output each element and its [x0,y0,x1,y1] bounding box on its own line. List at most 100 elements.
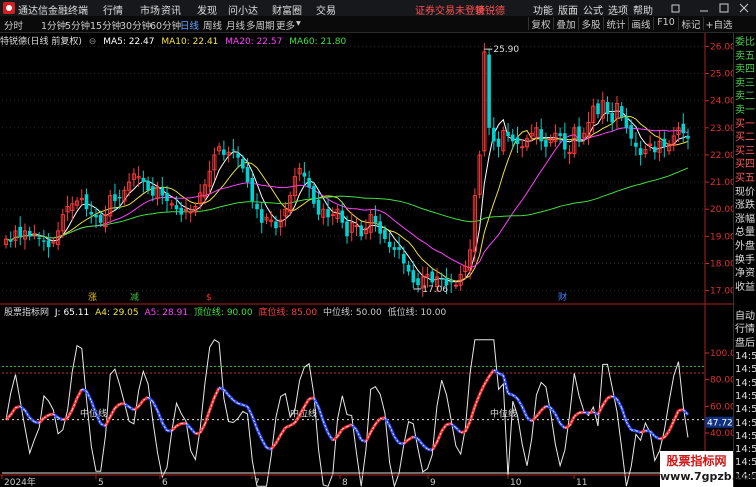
side-panel-item[interactable]: 自动 [735,310,756,323]
overlay-button[interactable]: 叠加 [553,17,578,31]
menu-function[interactable]: 功能 [533,2,553,17]
candle-body [27,230,32,237]
candle-body [406,264,411,272]
candle-body [392,247,397,250]
date-label: 8 [342,478,348,487]
close-icon[interactable] [739,3,749,13]
candle-body [686,135,690,139]
menu-trade[interactable]: 交易 [316,2,336,17]
side-panel-item[interactable]: 涨幅 [735,213,756,226]
side-panel-item[interactable]: 收益 [735,281,756,294]
add-watchlist-button[interactable]: +自选 [703,17,734,31]
period-monthly[interactable]: 月线 [226,18,245,32]
candle-body [596,103,600,115]
side-panel-item[interactable]: 现价 [735,186,756,199]
menu-market[interactable]: 市场 [140,2,160,17]
side-panel-item[interactable]: 卖三 [735,77,756,90]
menu-formula[interactable]: 公式 [583,2,603,17]
f10-button[interactable]: F10 [653,17,678,30]
side-panel-item[interactable]: 卖二 [735,90,756,103]
candle-body [439,278,444,280]
candle-body [302,172,307,177]
draw-line-button[interactable]: 画线 [628,17,653,31]
mark-button[interactable]: 标记 [678,17,703,31]
restore-icon[interactable] [671,4,680,13]
side-panel-item[interactable]: 卖四 [735,63,756,76]
side-panel-item[interactable]: 卖五 [735,50,756,63]
menu-discover[interactable]: 发现 [197,2,217,17]
maximize-icon[interactable] [719,3,729,13]
ind-mid-label: 中位线: 50.00 [323,308,382,318]
candle-body [558,133,562,136]
side-panel-item[interactable]: 换手 [735,254,756,267]
date-label: 5 [98,478,104,487]
period-intraday[interactable]: 分时 [4,18,23,32]
period-30min[interactable]: 30分钟 [120,18,151,32]
side-panel-item[interactable]: 盘后 [735,337,756,350]
chart-grid [0,45,733,305]
candle-body [259,209,264,223]
side-panel-item[interactable]: 买四 [735,158,756,171]
period-5min[interactable]: 5分钟 [65,18,90,32]
candle-body [241,159,245,169]
side-panel-item[interactable]: 净资 [735,267,756,280]
collapse-icon[interactable]: ⊖ [89,37,97,47]
menu-wealth[interactable]: 财富圈 [272,2,302,17]
event-marker: 涨 [88,292,97,303]
side-panel-item[interactable]: 14:50 [735,390,756,403]
chart-area[interactable]: 26.00 25.00 24.00 23.00 22.00 21.00 20.00 19.00… [0,33,733,487]
price-tick-label: 22.00 [710,151,733,161]
side-panel-item[interactable]: 买五 [735,172,756,185]
side-panel-item[interactable]: 买一 [735,118,756,131]
side-panel-item[interactable]: 卖一 [735,104,756,117]
side-panel-item[interactable]: 委比 [735,36,756,49]
side-panel-item[interactable]: 行情 [735,323,756,336]
side-panel-item[interactable]: 14:50 [735,403,756,416]
menu-help[interactable]: 帮助 [633,2,653,17]
low-label: 17.06 [422,285,448,295]
high-label: 25.90 [493,45,519,55]
app-title: 通达信金融终端 [18,6,88,17]
event-marker: $ [206,293,212,303]
side-panel-item[interactable]: 14:50 [735,363,756,376]
side-panel-item[interactable]: 14:50 [735,443,756,456]
price-tick-label: 17.00 [710,287,733,297]
period-weekly[interactable]: 周线 [203,18,222,32]
mid-line-label: 中位线 [490,408,517,420]
candle-body [662,138,667,147]
indicator-name: 股票指标网 [4,308,50,318]
period-1min[interactable]: 1分钟 [41,18,66,32]
side-panel-item[interactable]: 14:50 [735,377,756,390]
side-panel-item[interactable]: 14:50 [735,430,756,443]
chevron-down-icon[interactable]: ▾ [296,18,301,29]
period-more[interactable]: 更多 [276,18,295,32]
stats-button[interactable]: 统计 [603,17,628,31]
indicator-panel: 中位线 中位线 中位线47.72 [2,339,733,487]
candle-body [373,215,378,223]
period-15min[interactable]: 15分钟 [90,18,121,32]
side-panel-item[interactable]: 买二 [735,131,756,144]
candle-body [231,149,236,151]
side-panel-item[interactable]: 总量 [735,226,756,239]
side-panel-item[interactable]: 14:50 [735,456,756,469]
period-daily[interactable]: 日线 [180,18,199,32]
period-60min[interactable]: 60分钟 [150,18,181,32]
multi-stock-button[interactable]: 多股 [578,17,603,31]
candle-body [84,194,89,210]
side-panel-item[interactable]: 外盘 [735,240,756,253]
side-panel-item[interactable]: 涨跌 [735,199,756,212]
ma20-label: MA20: 22.57 [225,37,283,47]
candle-body [141,177,146,183]
ma5-label: MA5: 22.47 [103,37,155,47]
candle-body [539,129,543,142]
menu-quotes[interactable]: 行情 [103,2,123,17]
restore-rights-button[interactable]: 复权 [528,17,553,31]
menu-news[interactable]: 资讯 [161,2,181,17]
menu-options[interactable]: 选项 [608,2,628,17]
side-panel-item[interactable]: 14:50 [735,350,756,363]
side-panel-item[interactable]: 买三 [735,145,756,158]
period-multi[interactable]: 多周期 [246,18,275,32]
menu-ask[interactable]: 问小达 [228,2,258,17]
side-panel-item[interactable]: 14:50 [735,417,756,430]
menu-layout[interactable]: 版面 [558,2,578,17]
